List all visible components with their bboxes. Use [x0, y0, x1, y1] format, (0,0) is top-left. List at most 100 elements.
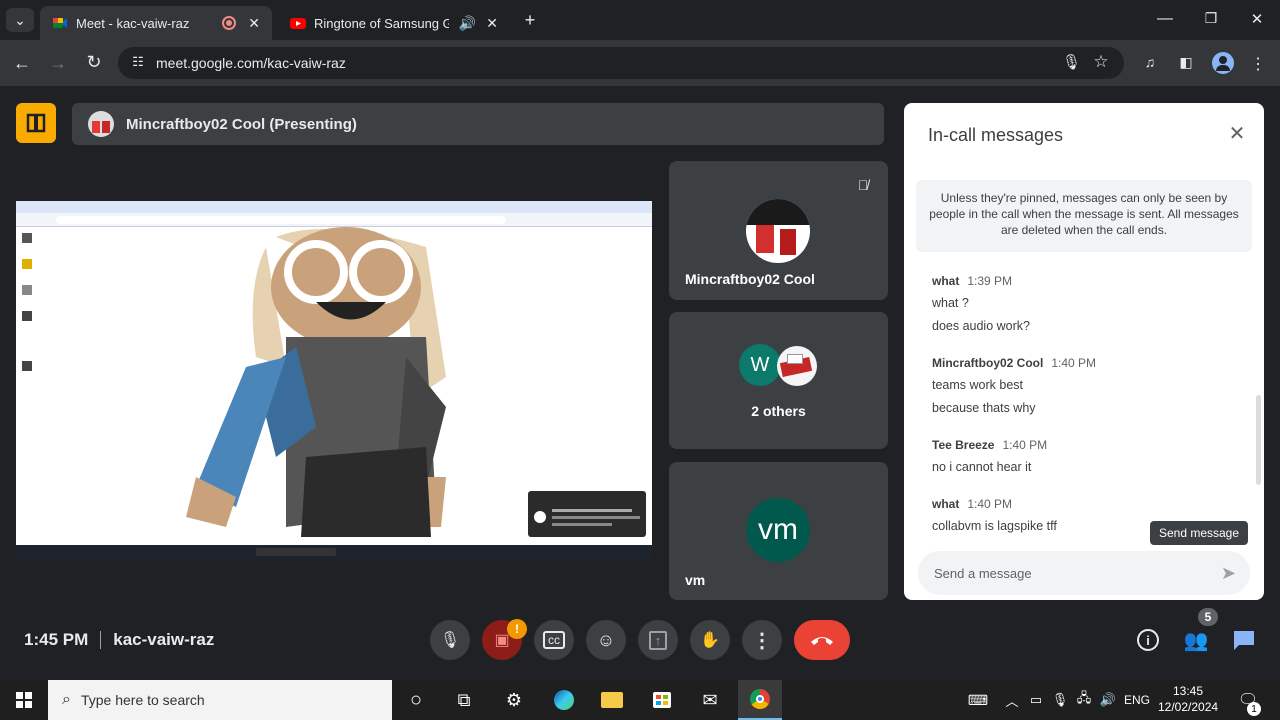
- minimize-icon[interactable]: —: [1153, 10, 1177, 28]
- store-icon[interactable]: [642, 680, 682, 720]
- message-group: Mincraftboy02 Cool 1:40 PM teams work bes…: [932, 355, 1232, 415]
- chat-scrollbar[interactable]: [1256, 395, 1261, 485]
- meet-activities-icon[interactable]: [16, 103, 56, 143]
- windows-start-icon[interactable]: [4, 680, 44, 720]
- meeting-time: 1:45 PM: [24, 630, 89, 649]
- shared-desktop-icons: [22, 233, 34, 413]
- forward-icon[interactable]: →: [46, 53, 70, 74]
- taskbar-clock[interactable]: 13:45 12/02/2024: [1158, 683, 1218, 715]
- search-placeholder: Type here to search: [80, 692, 205, 708]
- new-tab-icon[interactable]: +: [520, 10, 540, 31]
- vm-avatar: vm: [746, 498, 810, 562]
- microphone-icon: 🎙: [439, 632, 461, 649]
- settings-gear-icon[interactable]: ⚙: [494, 680, 534, 720]
- mail-icon[interactable]: ✉: [690, 680, 730, 720]
- notification-count-badge: 1: [1247, 702, 1261, 716]
- shared-notification-popup: [528, 491, 646, 537]
- panel-title: In-call messages: [928, 125, 1064, 145]
- close-tab-icon[interactable]: ✕: [248, 15, 260, 32]
- chrome-taskbar-icon[interactable]: [738, 680, 782, 720]
- edge-browser-icon[interactable]: [544, 680, 584, 720]
- leave-call-button[interactable]: [794, 620, 850, 660]
- message-time: 1:40 PM: [1002, 438, 1048, 452]
- send-message-input[interactable]: Send a message ➤: [918, 551, 1250, 595]
- message-text: teams work best: [932, 378, 1024, 392]
- end-call-icon: [811, 637, 833, 645]
- tab-title: Ringtone of Samsung Galax: [314, 15, 449, 31]
- cortana-icon[interactable]: ○: [396, 680, 436, 720]
- message-group: what 1:39 PM what ? does audio work?: [932, 273, 1232, 333]
- reload-icon[interactable]: ↻: [82, 52, 106, 73]
- info-divider: [100, 631, 102, 649]
- people-icon: 👥: [1183, 629, 1209, 652]
- message-time: 1:40 PM: [1051, 356, 1097, 370]
- browser-menu-icon[interactable]: ⋮: [1248, 54, 1268, 74]
- microphone-in-use-icon[interactable]: 🎙: [1062, 53, 1081, 71]
- others-avatar-w: W: [739, 344, 781, 386]
- address-bar[interactable]: ☷ meet.google.com/kac-vaiw-raz 🎙 ☆: [118, 47, 1124, 79]
- tab-youtube[interactable]: Ringtone of Samsung Galax 🔊 ✕: [278, 6, 510, 40]
- others-label: 2 others: [751, 403, 806, 419]
- raise-hand-icon: ✋: [700, 632, 720, 649]
- volume-icon[interactable]: 🔊: [1096, 680, 1120, 720]
- send-icon[interactable]: ➤: [1221, 563, 1236, 584]
- bookmark-star-icon[interactable]: ☆: [1092, 52, 1110, 72]
- search-icon: ⌕: [62, 691, 71, 708]
- send-message-tooltip: Send message: [1150, 521, 1248, 545]
- keyboard-icon[interactable]: ⌨: [958, 680, 998, 720]
- tab-title: Meet - kac-vaiw-raz: [76, 15, 190, 31]
- media-controls-icon[interactable]: ♫: [1140, 54, 1160, 70]
- captions-button[interactable]: cc: [534, 620, 574, 660]
- notification-center-icon[interactable]: 🗨: [1228, 680, 1268, 720]
- people-button[interactable]: 👥: [1176, 620, 1216, 660]
- people-count-badge: 5: [1198, 608, 1218, 626]
- captions-icon: cc: [543, 631, 565, 649]
- meeting-code: kac-vaiw-raz: [113, 630, 215, 649]
- present-screen-button[interactable]: ↑: [638, 620, 678, 660]
- participant-name: Mincraftboy02 Cool: [685, 271, 815, 287]
- message-text: because thats why: [932, 401, 1036, 415]
- participant-avatar: [746, 199, 810, 263]
- taskbar-search-box[interactable]: ⌕ Type here to search: [48, 680, 392, 720]
- network-icon[interactable]: 🖧: [1072, 680, 1096, 720]
- chat-button[interactable]: [1224, 620, 1264, 660]
- back-icon[interactable]: ←: [10, 53, 34, 74]
- raise-hand-button[interactable]: ✋: [690, 620, 730, 660]
- presenter-avatar: [88, 111, 114, 137]
- close-panel-icon[interactable]: ✕: [1226, 123, 1248, 145]
- profile-avatar-icon[interactable]: [1212, 52, 1234, 74]
- message-sender: what: [932, 274, 960, 288]
- more-options-button[interactable]: ⋮: [742, 620, 782, 660]
- participant-name: vm: [685, 572, 706, 588]
- audio-playing-icon[interactable]: 🔊: [459, 15, 476, 32]
- meet-favicon-icon: [53, 18, 67, 28]
- task-view-icon[interactable]: ⧉: [444, 680, 484, 720]
- microphone-button[interactable]: 🎙: [430, 620, 470, 660]
- tab-meet[interactable]: Meet - kac-vaiw-raz ✕: [40, 6, 272, 40]
- presenter-banner[interactable]: Mincraftboy02 Cool (Presenting): [72, 103, 884, 145]
- close-window-icon[interactable]: ✕: [1245, 10, 1269, 28]
- url-text: meet.google.com/kac-vaiw-raz: [156, 55, 346, 71]
- meeting-details-button[interactable]: i: [1128, 620, 1168, 660]
- close-tab-icon[interactable]: ✕: [486, 15, 498, 32]
- restore-icon[interactable]: ❐: [1199, 10, 1223, 27]
- site-info-icon[interactable]: ☷: [130, 54, 146, 70]
- side-panel-icon[interactable]: ◧: [1176, 54, 1196, 71]
- participant-tile-others[interactable]: W 2 others: [669, 312, 888, 449]
- message-sender: what: [932, 497, 960, 511]
- participant-tile-mincraftboy[interactable]: 🎙̸ Mincraftboy02 Cool: [669, 161, 888, 300]
- chat-icon: [1234, 631, 1254, 650]
- presented-screen[interactable]: [16, 201, 652, 559]
- shared-taskbar: [16, 545, 652, 559]
- emoji-button[interactable]: ☺: [586, 620, 626, 660]
- microphone-tray-icon[interactable]: 🎙: [1048, 680, 1072, 720]
- tab-search-chevron-icon[interactable]: ⌄: [6, 8, 34, 32]
- info-icon: i: [1137, 629, 1159, 651]
- input-placeholder: Send a message: [934, 565, 1032, 581]
- message-text: no i cannot hear it: [932, 460, 1032, 474]
- battery-icon[interactable]: ▭: [1024, 680, 1048, 720]
- language-indicator[interactable]: ENG: [1124, 680, 1150, 720]
- file-explorer-icon[interactable]: [592, 680, 632, 720]
- participant-tile-vm[interactable]: vm vm: [669, 462, 888, 600]
- muted-mic-icon: 🎙̸: [857, 177, 869, 193]
